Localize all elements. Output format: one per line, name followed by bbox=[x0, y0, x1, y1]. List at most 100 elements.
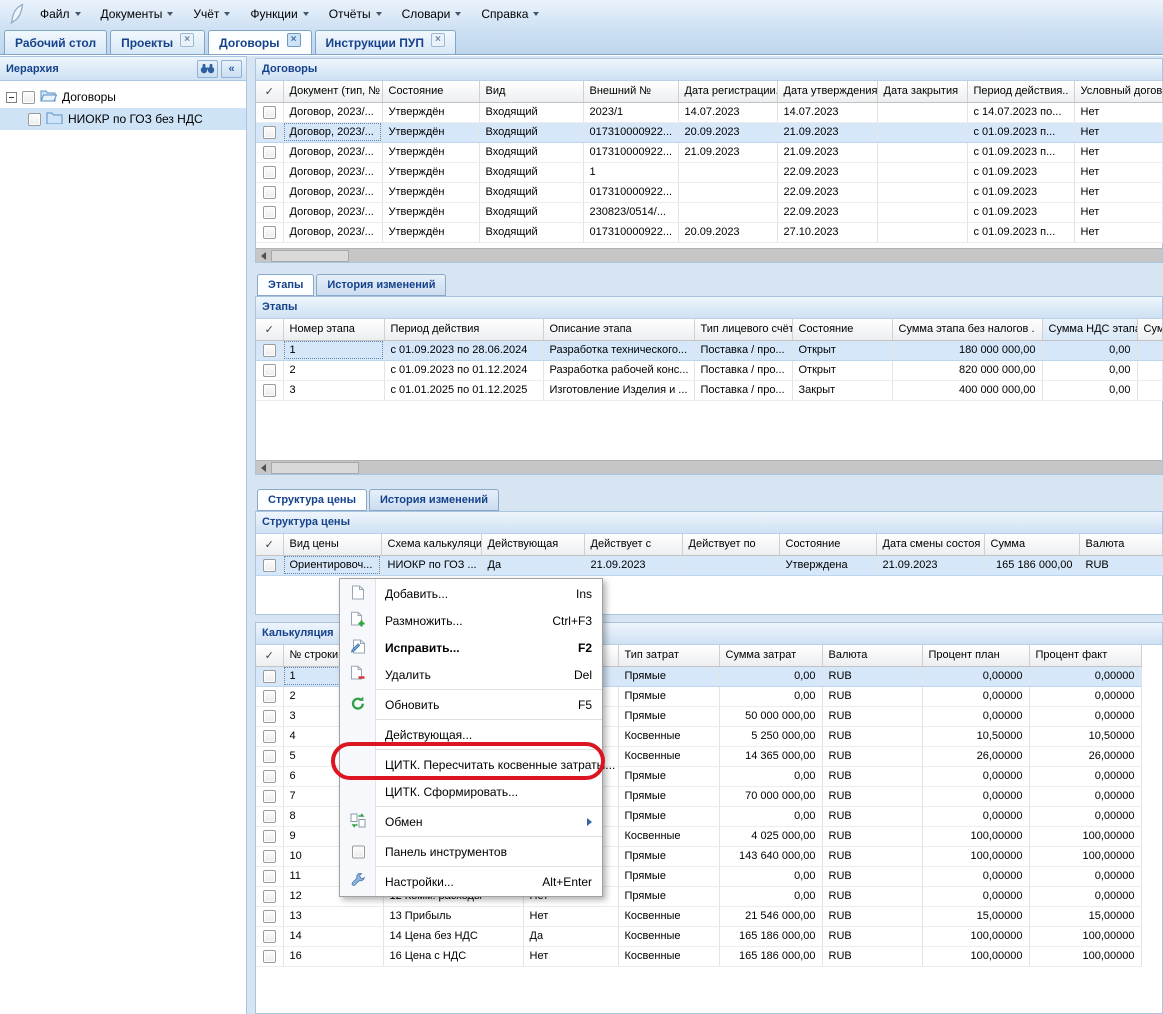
column-header[interactable]: Процент факт bbox=[1029, 645, 1141, 666]
tree-node-checkbox[interactable] bbox=[28, 113, 41, 126]
row-checkbox[interactable] bbox=[263, 126, 276, 139]
row-checkbox[interactable] bbox=[263, 830, 276, 843]
row-checkbox[interactable] bbox=[263, 910, 276, 923]
scroll-left-button[interactable] bbox=[256, 461, 271, 475]
contracts-row[interactable]: Договор, 2023/...УтверждёнВходящий017310… bbox=[256, 222, 1162, 242]
column-header[interactable]: Валюта bbox=[1079, 534, 1162, 555]
context-menu-item-16[interactable]: Настройки...Alt+Enter bbox=[340, 868, 602, 895]
column-header[interactable]: Состояние bbox=[382, 81, 479, 102]
row-checkbox[interactable] bbox=[263, 166, 276, 179]
menubar-item[interactable]: Отчёты bbox=[319, 3, 392, 25]
row-checkbox[interactable] bbox=[263, 690, 276, 703]
menubar-item[interactable]: Словари bbox=[392, 3, 472, 25]
row-checkbox[interactable] bbox=[263, 559, 276, 572]
column-header[interactable]: Номер этапа bbox=[283, 319, 384, 340]
contracts-row[interactable]: Договор, 2023/...УтверждёнВходящий230823… bbox=[256, 202, 1162, 222]
row-checkbox[interactable] bbox=[263, 930, 276, 943]
column-header[interactable]: Процент план bbox=[922, 645, 1029, 666]
column-header[interactable]: Период действия bbox=[384, 319, 543, 340]
column-header[interactable]: Валюта bbox=[822, 645, 922, 666]
close-tab-icon[interactable]: × bbox=[180, 33, 194, 47]
column-header[interactable]: Схема калькуляци bbox=[381, 534, 481, 555]
column-header[interactable]: Дата закрытия bbox=[877, 81, 967, 102]
contracts-row[interactable]: Договор, 2023/...УтверждёнВходящий122.09… bbox=[256, 162, 1162, 182]
column-header[interactable]: Сумма этапа без налогов . bbox=[892, 319, 1042, 340]
column-header[interactable]: Сумма НДС этапа bbox=[1042, 319, 1137, 340]
column-header[interactable]: Дата утверждения bbox=[777, 81, 877, 102]
context-menu-item-12[interactable]: Обмен bbox=[340, 808, 602, 835]
column-header[interactable]: Внешний № bbox=[583, 81, 678, 102]
row-checkbox[interactable] bbox=[263, 850, 276, 863]
menubar-item[interactable]: Документы bbox=[91, 3, 184, 25]
calculation-row[interactable]: 1616 Цена с НДСНетКосвенные165 186 000,0… bbox=[256, 946, 1162, 966]
row-checkbox[interactable] bbox=[263, 890, 276, 903]
row-checkbox[interactable] bbox=[263, 364, 276, 377]
context-menu-item-1[interactable]: Размножить...Ctrl+F3 bbox=[340, 607, 602, 634]
menubar-item[interactable]: Файл bbox=[30, 3, 91, 25]
menu-item-citk-recalc-indirect-costs[interactable]: ЦИТК. Пересчитать косвенные затраты... bbox=[340, 751, 602, 778]
stages-row[interactable]: 2с 01.09.2023 по 01.12.2024Разработка ра… bbox=[256, 360, 1162, 380]
close-tab-icon[interactable]: × bbox=[431, 33, 445, 47]
price_structure-row[interactable]: Ориентировоч...НИОКР по ГОЗ ...Да21.09.2… bbox=[256, 555, 1162, 575]
stages-row[interactable]: 1с 01.09.2023 по 28.06.2024Разработка те… bbox=[256, 340, 1162, 360]
row-checkbox[interactable] bbox=[263, 790, 276, 803]
contracts-row[interactable]: Договор, 2023/...УтверждёнВходящий017310… bbox=[256, 142, 1162, 162]
column-header[interactable]: Сумма затрат bbox=[719, 645, 822, 666]
contracts-row[interactable]: Договор, 2023/...УтверждёнВходящий017310… bbox=[256, 122, 1162, 142]
row-checkbox[interactable] bbox=[263, 810, 276, 823]
stages-row[interactable]: 3с 01.01.2025 по 01.12.2025Изготовление … bbox=[256, 380, 1162, 400]
row-checkbox[interactable] bbox=[263, 206, 276, 219]
sub-tab[interactable]: История изменений bbox=[369, 489, 499, 511]
menubar-item[interactable]: Учёт bbox=[183, 3, 240, 25]
column-header[interactable]: Сумма bbox=[984, 534, 1079, 555]
row-checkbox[interactable] bbox=[263, 710, 276, 723]
column-header[interactable]: Вид цены bbox=[283, 534, 381, 555]
contracts-row[interactable]: Договор, 2023/...УтверждёнВходящий017310… bbox=[256, 182, 1162, 202]
contracts-row[interactable]: Договор, 2023/...УтверждёнВходящий2023/1… bbox=[256, 102, 1162, 122]
contracts-hscrollbar[interactable] bbox=[256, 248, 1162, 262]
main-tab[interactable]: Рабочий стол bbox=[4, 30, 107, 54]
context-menu-item-0[interactable]: Добавить...Ins bbox=[340, 580, 602, 607]
column-header[interactable]: Документ (тип, № bbox=[283, 81, 382, 102]
context-menu-item-10[interactable]: ЦИТК. Сформировать... bbox=[340, 778, 602, 805]
close-tab-icon[interactable]: × bbox=[287, 33, 301, 47]
row-checkbox[interactable] bbox=[263, 226, 276, 239]
tree-node-contracts[interactable]: Договоры bbox=[0, 86, 246, 108]
scrollbar-thumb[interactable] bbox=[271, 250, 349, 262]
row-checkbox[interactable] bbox=[263, 750, 276, 763]
main-tab[interactable]: Проекты× bbox=[110, 30, 205, 54]
context-menu-item-7[interactable]: Действующая... bbox=[340, 721, 602, 748]
context-menu-item-3[interactable]: УдалитьDel bbox=[340, 661, 602, 688]
row-checkbox[interactable] bbox=[263, 670, 276, 683]
scroll-left-button[interactable] bbox=[256, 249, 271, 263]
main-tab[interactable]: Договоры× bbox=[208, 30, 311, 54]
search-binoculars-button[interactable] bbox=[197, 60, 218, 78]
calculation-row[interactable]: 1313 ПрибыльНетКосвенные21 546 000,00RUB… bbox=[256, 906, 1162, 926]
collapse-panel-button[interactable]: « bbox=[221, 60, 242, 78]
context-menu-item-5[interactable]: ОбновитьF5 bbox=[340, 691, 602, 718]
row-checkbox[interactable] bbox=[263, 730, 276, 743]
row-checkbox[interactable] bbox=[263, 146, 276, 159]
column-header[interactable]: Действует по bbox=[682, 534, 779, 555]
column-header[interactable]: Действует с bbox=[584, 534, 682, 555]
sub-tab[interactable]: Этапы bbox=[257, 274, 314, 296]
sub-tab[interactable]: История изменений bbox=[316, 274, 446, 296]
column-header[interactable]: Тип затрат bbox=[618, 645, 719, 666]
context-menu-item-2[interactable]: Исправить...F2 bbox=[340, 634, 602, 661]
sub-tab[interactable]: Структура цены bbox=[257, 489, 367, 511]
main-tab[interactable]: Инструкции ПУП× bbox=[315, 30, 456, 54]
scrollbar-thumb[interactable] bbox=[271, 462, 359, 474]
stages-hscrollbar[interactable] bbox=[256, 460, 1162, 474]
collapse-node-icon[interactable] bbox=[6, 92, 17, 103]
row-checkbox[interactable] bbox=[263, 950, 276, 963]
row-checkbox[interactable] bbox=[263, 186, 276, 199]
column-header[interactable]: Состояние bbox=[779, 534, 876, 555]
column-header[interactable]: Вид bbox=[479, 81, 583, 102]
tree-node-checkbox[interactable] bbox=[22, 91, 35, 104]
column-header[interactable]: Действующая bbox=[481, 534, 584, 555]
row-checkbox[interactable] bbox=[263, 384, 276, 397]
menubar-item[interactable]: Функции bbox=[240, 3, 318, 25]
column-header[interactable]: Дата смены состоя bbox=[876, 534, 984, 555]
context-menu-item-14[interactable]: Панель инструментов bbox=[340, 838, 602, 865]
row-checkbox[interactable] bbox=[263, 106, 276, 119]
